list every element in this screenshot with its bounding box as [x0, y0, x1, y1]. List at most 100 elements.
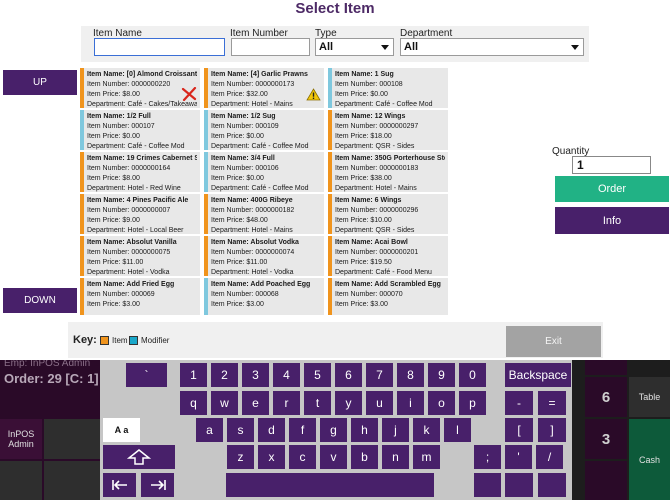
shift-key[interactable]	[103, 445, 175, 469]
item-number: Item Number: 000108	[335, 81, 403, 88]
key-3[interactable]: 3	[242, 363, 269, 387]
item-card[interactable]: Item Name: Add Scrambled Egg Item Number:…	[328, 278, 448, 315]
cash-tile[interactable]: Cash	[629, 419, 670, 500]
key-h[interactable]: h	[351, 418, 378, 442]
key-backtick[interactable]: `	[126, 363, 167, 387]
item-card[interactable]: Item Name: 400G Ribeye Item Number: 00000…	[204, 194, 324, 234]
key-u[interactable]: u	[366, 391, 393, 415]
numpad-three-tile[interactable]: 3	[585, 419, 627, 459]
item-card[interactable]: Item Name: 350G Porterhouse Steak Item Nu…	[328, 152, 448, 192]
item-card[interactable]: Item Name: 4 Pines Pacific Ale Item Numbe…	[80, 194, 200, 234]
tab-forward-key[interactable]	[141, 473, 174, 497]
type-select[interactable]: All	[315, 38, 394, 56]
key-f[interactable]: f	[289, 418, 316, 442]
key-o[interactable]: o	[428, 391, 455, 415]
key-6[interactable]: 6	[335, 363, 362, 387]
key-r[interactable]: r	[273, 391, 300, 415]
key-m[interactable]: m	[413, 445, 440, 469]
item-card[interactable]: Item Name: 19 Crimes Cabernet Sauv Item N…	[80, 152, 200, 192]
item-card[interactable]: Item Name: 1 Sug Item Number: 000108 Item …	[328, 68, 448, 108]
pos-tile[interactable]	[44, 461, 100, 500]
backspace-key[interactable]: Backspace	[505, 363, 571, 387]
key-l[interactable]: l	[444, 418, 471, 442]
key-y[interactable]: y	[335, 391, 362, 415]
quantity-input[interactable]: 1	[572, 156, 651, 174]
order-button[interactable]: Order	[555, 176, 669, 202]
pos-tile[interactable]	[585, 461, 627, 500]
key-4[interactable]: 4	[273, 363, 300, 387]
key-open-bracket[interactable]: [	[505, 418, 533, 442]
key-apostrophe[interactable]: '	[505, 445, 532, 469]
up-button[interactable]: UP	[3, 70, 77, 95]
numpad-six-tile[interactable]: 6	[585, 377, 627, 417]
key-1[interactable]: 1	[180, 363, 207, 387]
item-department: Department: Café - Food Menu	[335, 269, 432, 276]
key-equals[interactable]: =	[538, 391, 566, 415]
key-t[interactable]: t	[304, 391, 331, 415]
item-card[interactable]: Item Name: Add Poached Egg Item Number: 0…	[204, 278, 324, 315]
key-0[interactable]: 0	[459, 363, 486, 387]
key-blank[interactable]	[474, 473, 501, 497]
item-card[interactable]: Item Name: Acai Bowl Item Number: 0000000…	[328, 236, 448, 276]
key-minus[interactable]: -	[505, 391, 533, 415]
tab-back-key[interactable]	[103, 473, 136, 497]
order-label: Order: 29 [C: 1]	[4, 371, 99, 386]
key-blank[interactable]	[538, 473, 566, 497]
key-2[interactable]: 2	[211, 363, 238, 387]
item-name: Item Name: [0] Almond Croissant	[87, 71, 197, 78]
user-tile[interactable]: InPOS Admin	[0, 419, 42, 459]
key-z[interactable]: z	[227, 445, 254, 469]
key-9[interactable]: 9	[428, 363, 455, 387]
key-q[interactable]: q	[180, 391, 207, 415]
item-card[interactable]: Item Name: [4] Garlic Prawns Item Number:…	[204, 68, 324, 108]
pos-tile[interactable]	[44, 419, 100, 459]
item-card[interactable]: Item Name: Add Fried Egg Item Number: 000…	[80, 278, 200, 315]
key-x[interactable]: x	[258, 445, 285, 469]
key-close-bracket[interactable]: ]	[538, 418, 566, 442]
key-p[interactable]: p	[459, 391, 486, 415]
item-card[interactable]: Item Name: 6 Wings Item Number: 000000029…	[328, 194, 448, 234]
item-department: Department: Café - Coffee Mod	[87, 143, 185, 150]
key-7[interactable]: 7	[366, 363, 393, 387]
key-w[interactable]: w	[211, 391, 238, 415]
exit-button[interactable]: Exit	[506, 326, 601, 357]
key-a[interactable]: a	[196, 418, 223, 442]
item-card[interactable]: Item Name: Absolut Vodka Item Number: 000…	[204, 236, 324, 276]
key-j[interactable]: j	[382, 418, 409, 442]
key-n[interactable]: n	[382, 445, 409, 469]
item-price: Item Price: $18.00	[335, 133, 392, 140]
key-i[interactable]: i	[397, 391, 424, 415]
space-bar[interactable]	[226, 473, 434, 497]
key-d[interactable]: d	[258, 418, 285, 442]
item-card[interactable]: Item Name: [0] Almond Croissant Item Numb…	[80, 68, 200, 108]
item-number-input[interactable]	[231, 38, 310, 56]
item-card[interactable]: Item Name: 12 Wings Item Number: 00000002…	[328, 110, 448, 150]
key-e[interactable]: e	[242, 391, 269, 415]
pos-tile[interactable]	[0, 461, 42, 500]
key-g[interactable]: g	[320, 418, 347, 442]
item-price: Item Price: $9.00	[87, 217, 140, 224]
caps-toggle-button[interactable]: A a	[103, 418, 140, 442]
key-c[interactable]: c	[289, 445, 316, 469]
item-name: Item Name: 1/2 Sug	[211, 113, 276, 120]
item-name: Item Name: 12 Wings	[335, 113, 406, 120]
key-semicolon[interactable]: ;	[474, 445, 501, 469]
key-8[interactable]: 8	[397, 363, 424, 387]
item-name-input[interactable]	[94, 38, 225, 56]
key-slash[interactable]: /	[536, 445, 563, 469]
item-card[interactable]: Item Name: 3/4 Full Item Number: 000106 It…	[204, 152, 324, 192]
down-button[interactable]: DOWN	[3, 288, 77, 313]
key-5[interactable]: 5	[304, 363, 331, 387]
item-card[interactable]: Item Name: 1/2 Full Item Number: 000107 It…	[80, 110, 200, 150]
table-tile[interactable]: Table	[629, 377, 670, 417]
pos-right-panel: 6 Table 3 Cash	[585, 355, 670, 500]
key-k[interactable]: k	[413, 418, 440, 442]
department-select[interactable]: All	[400, 38, 584, 56]
item-card[interactable]: Item Name: 1/2 Sug Item Number: 000109 Ite…	[204, 110, 324, 150]
key-b[interactable]: b	[351, 445, 378, 469]
key-s[interactable]: s	[227, 418, 254, 442]
key-blank[interactable]	[505, 473, 533, 497]
item-card[interactable]: Item Name: Absolut Vanilla Item Number: 0…	[80, 236, 200, 276]
info-button[interactable]: Info	[555, 207, 669, 234]
key-v[interactable]: v	[320, 445, 347, 469]
